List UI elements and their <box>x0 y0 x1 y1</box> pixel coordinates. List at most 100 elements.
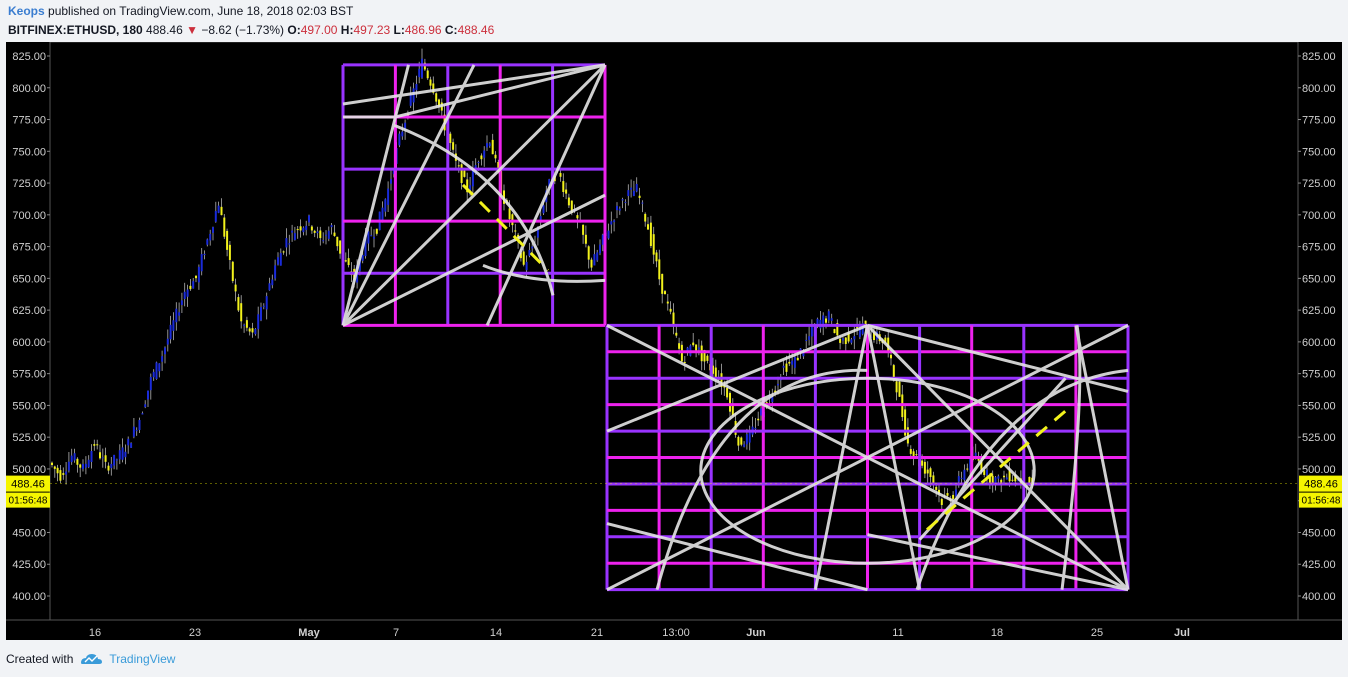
price-bar <box>576 215 579 219</box>
y-tick-left: 775.00 <box>12 115 46 127</box>
price-bar <box>791 360 794 365</box>
price-bar <box>370 235 373 237</box>
price-bar <box>197 266 200 283</box>
price-bar <box>99 452 101 459</box>
price-bar <box>257 314 260 330</box>
price-bar <box>607 230 610 239</box>
price-bar <box>593 254 596 266</box>
y-tick-right: 825.00 <box>1302 51 1336 63</box>
price-bar <box>658 259 661 280</box>
price-bar <box>986 469 988 476</box>
author-link[interactable]: Keops <box>8 4 45 18</box>
price-bar <box>921 460 924 466</box>
y-tick-left: 400.00 <box>12 591 46 603</box>
price-bar <box>59 470 62 481</box>
y-tick-left: 550.00 <box>12 400 46 412</box>
price-bar <box>827 311 830 321</box>
price-bar <box>282 251 285 253</box>
price-bar <box>923 461 926 474</box>
y-tick-right: 575.00 <box>1302 369 1336 381</box>
price-bar <box>909 449 912 454</box>
price-bar <box>955 489 957 497</box>
price-bar <box>228 244 231 260</box>
price-bar <box>796 357 799 361</box>
price-bar <box>596 252 599 261</box>
y-tick-left: 725.00 <box>12 178 46 190</box>
price-bar <box>757 418 760 421</box>
x-tick-label: 16 <box>89 627 101 639</box>
price-bar <box>384 199 387 212</box>
price-bar <box>166 338 169 345</box>
price-bar <box>777 383 779 386</box>
symbol-label: BITFINEX:ETHUSD, 180 <box>8 23 143 37</box>
price-bar <box>70 455 73 463</box>
x-tick-label: Jun <box>746 627 766 639</box>
price-bar <box>260 307 262 321</box>
price-bar <box>610 221 613 225</box>
y-tick-left: 425.00 <box>12 559 46 571</box>
price-bar <box>810 326 813 337</box>
price-bar <box>825 318 827 323</box>
price-chart[interactable]: 825.00 825.00 800.00 800.00 775.00 775.00 750.… <box>6 42 1342 640</box>
price-bar <box>760 408 762 416</box>
price-bar <box>966 468 969 470</box>
price-bar <box>336 236 339 247</box>
price-bar <box>632 190 635 197</box>
price-bar <box>183 291 186 299</box>
price-bar <box>234 284 237 292</box>
price-bar <box>212 227 214 233</box>
price-bar <box>522 251 525 265</box>
price-bar <box>655 252 658 262</box>
price-tag-text-left: 488.46 <box>11 479 45 491</box>
y-tick-left: 825.00 <box>12 51 46 63</box>
price-bar <box>415 84 418 91</box>
price-tag-text-right: 488.46 <box>1304 479 1338 491</box>
price-bar <box>435 93 438 102</box>
price-bar <box>661 273 664 294</box>
price-bar <box>624 201 627 203</box>
price-bar <box>785 363 788 372</box>
price-bar <box>483 150 486 158</box>
price-bar <box>1005 477 1008 480</box>
countdown-text-left: 01:56:48 <box>9 496 48 507</box>
price-bar <box>226 230 229 250</box>
price-bar <box>729 392 731 412</box>
price-bar <box>915 454 918 456</box>
price-bar <box>788 361 791 364</box>
price-bar <box>630 187 633 190</box>
price-bar <box>754 427 757 429</box>
price-bar <box>477 161 480 163</box>
price-bar <box>638 195 641 198</box>
price-bar <box>206 239 209 245</box>
price-bar <box>248 328 251 332</box>
price-bar <box>542 205 545 214</box>
price-bar <box>559 173 562 177</box>
x-tick-label: Jul <box>1174 627 1190 639</box>
price-bar <box>254 329 257 335</box>
price-bar <box>793 357 796 368</box>
price-bar <box>672 312 675 325</box>
price-bar <box>700 345 703 362</box>
price-bar <box>192 281 195 289</box>
price-bar <box>635 183 638 192</box>
price-bar <box>675 332 678 336</box>
price-bar <box>726 387 729 398</box>
price-bar <box>245 320 248 328</box>
price-bar <box>285 238 288 248</box>
close-value: 488.46 <box>457 23 495 37</box>
price-bar <box>223 217 226 237</box>
price-bar <box>782 365 785 368</box>
y-tick-right: 625.00 <box>1302 305 1336 317</box>
price-bar <box>271 279 274 286</box>
price-bar <box>912 451 915 456</box>
price-bar <box>452 142 455 150</box>
price-bar <box>138 419 141 431</box>
price-bar <box>842 338 844 341</box>
last-price: 488.46 <box>146 23 183 37</box>
price-bar <box>599 244 601 254</box>
price-bar <box>101 457 104 459</box>
price-bar <box>90 451 93 462</box>
price-bar <box>565 189 568 194</box>
y-tick-right: 725.00 <box>1302 178 1336 190</box>
tradingview-link[interactable]: TradingView <box>109 652 175 666</box>
